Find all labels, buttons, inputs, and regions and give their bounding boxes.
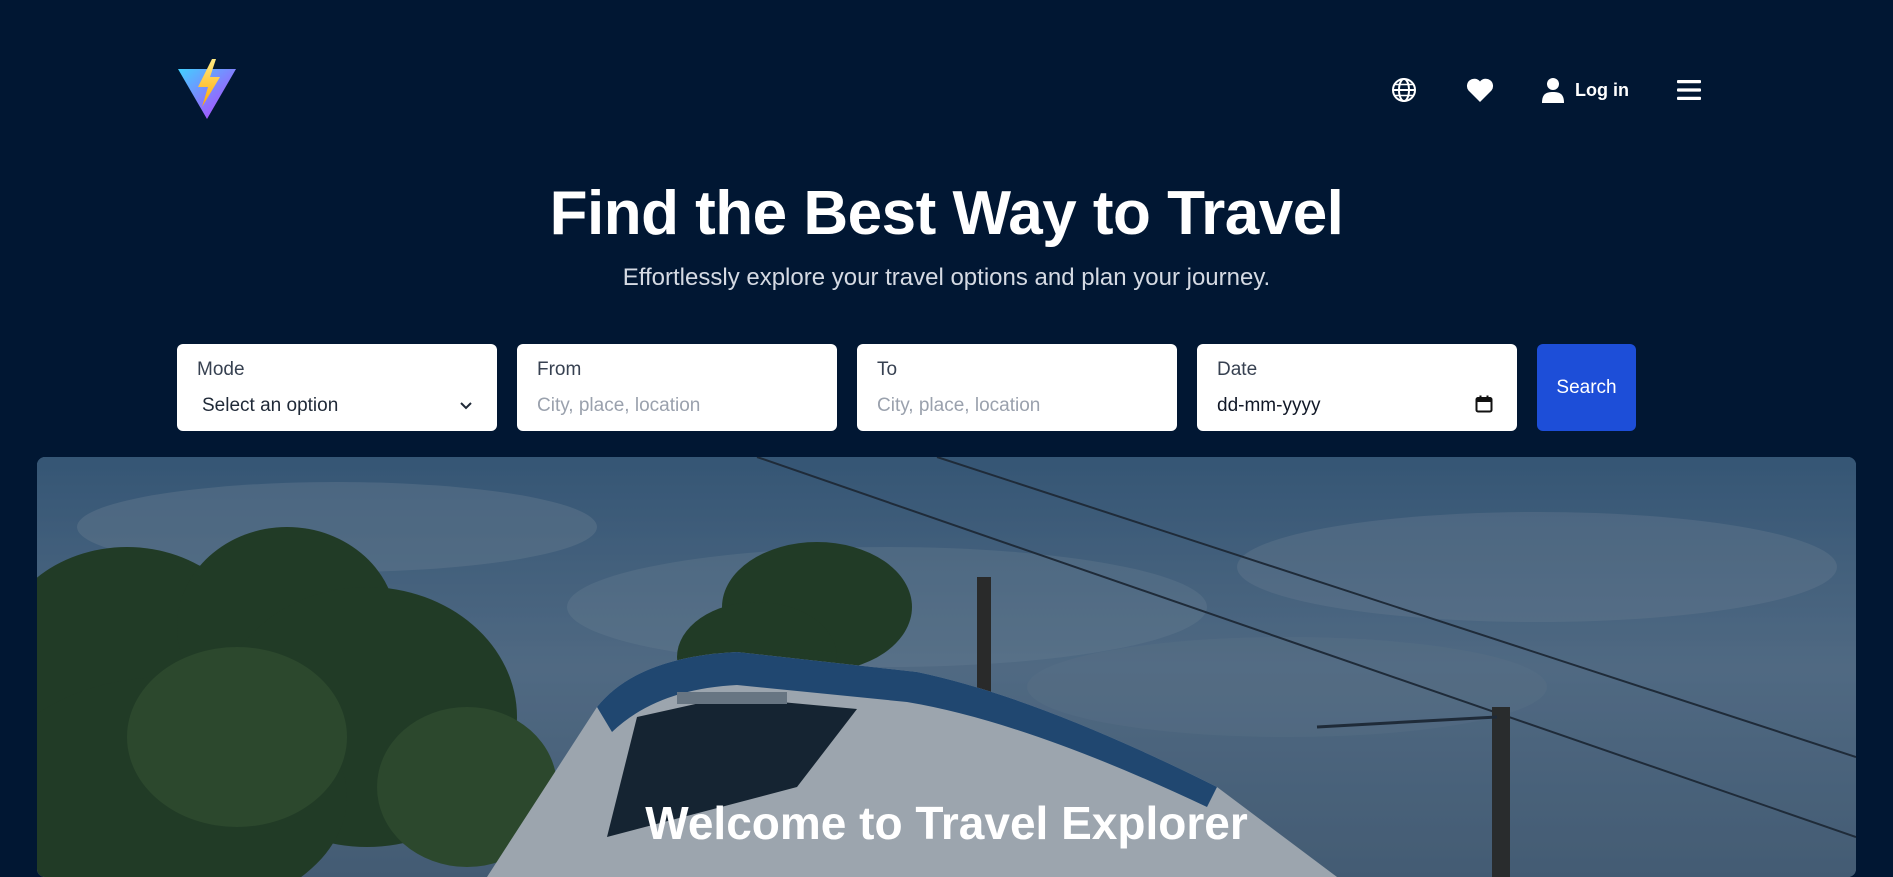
date-field[interactable]: Date dd-mm-yyyy [1197, 344, 1517, 431]
to-field[interactable]: To City, place, location [857, 344, 1177, 431]
chevron-down-icon [459, 398, 473, 416]
login-label: Log in [1575, 79, 1629, 100]
hamburger-menu-icon[interactable] [1676, 78, 1702, 102]
page-subtitle: Effortlessly explore your travel options… [622, 264, 1271, 291]
mode-label: Mode [197, 359, 245, 380]
from-input[interactable]: City, place, location [537, 394, 817, 418]
from-field[interactable]: From City, place, location [517, 344, 837, 431]
date-input[interactable]: dd-mm-yyyy [1217, 394, 1497, 418]
from-label: From [537, 359, 582, 380]
header: Log in [0, 0, 1893, 180]
mode-select[interactable]: Mode Select an option [177, 344, 497, 431]
logo-icon[interactable] [176, 57, 238, 121]
calendar-icon[interactable] [1475, 395, 1493, 418]
user-icon [1542, 78, 1564, 103]
date-label: Date [1217, 359, 1258, 380]
page-title: Find the Best Way to Travel [549, 179, 1344, 248]
mode-value: Select an option [202, 395, 339, 416]
to-input[interactable]: City, place, location [877, 394, 1157, 418]
heart-icon[interactable] [1465, 76, 1495, 104]
to-label: To [877, 359, 898, 380]
login-button[interactable]: Log in [1541, 74, 1629, 106]
banner-title: Welcome to Travel Explorer [645, 797, 1248, 849]
globe-icon[interactable] [1390, 76, 1418, 104]
search-button[interactable]: Search [1537, 344, 1636, 431]
